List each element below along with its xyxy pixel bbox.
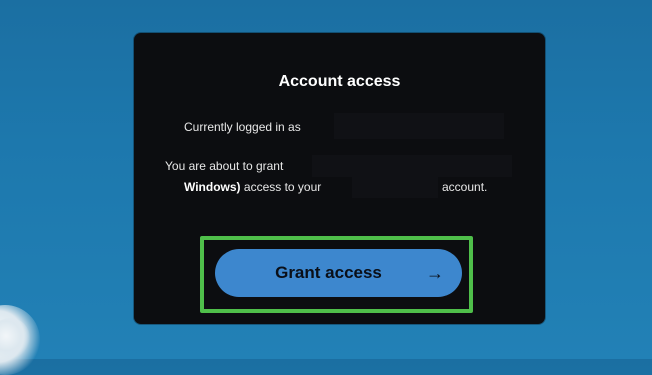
redacted-account-name (352, 176, 438, 198)
grant-access-button[interactable]: Grant access → (215, 249, 462, 297)
access-sentence: Windows) access to your (184, 180, 321, 194)
app-name: Windows) (184, 180, 241, 194)
account-access-dialog: Account access Currently logged in as Yo… (134, 33, 545, 324)
grant-access-label: Grant access (275, 263, 382, 282)
logged-in-text: Currently logged in as (184, 120, 301, 134)
account-text: account. (442, 180, 488, 194)
redacted-username (334, 113, 504, 139)
grant-text: You are about to grant (165, 159, 284, 173)
redacted-app-name (312, 155, 512, 177)
arrow-right-icon: → (426, 263, 444, 283)
access-text: access to your (243, 180, 322, 194)
dialog-title: Account access (278, 73, 401, 90)
